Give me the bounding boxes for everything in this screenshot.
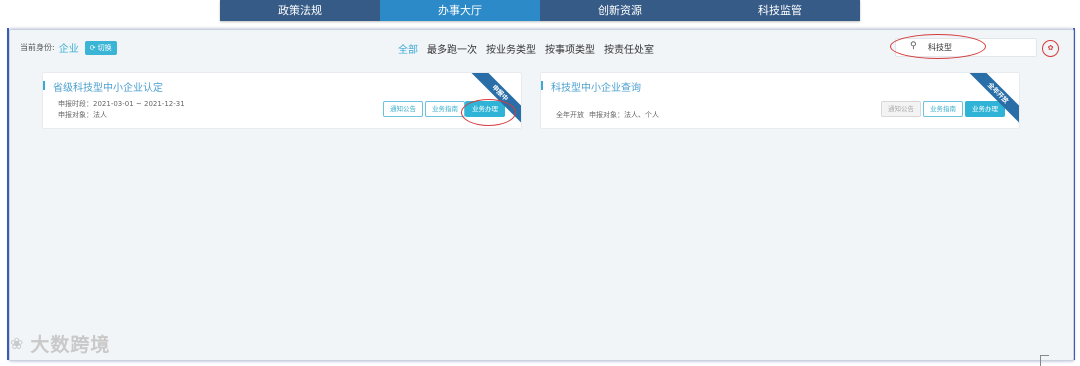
- status-ribbon: 全年开放: [964, 73, 1019, 127]
- filter-by-item-type[interactable]: 按事项类型: [545, 41, 595, 56]
- card-period: 申报时段：2021-03-01 ~ 2021-12-31: [58, 100, 185, 108]
- watermark: ❀ 大数跨境: [10, 330, 110, 357]
- guide-button[interactable]: 业务指南: [923, 101, 963, 117]
- guide-button[interactable]: 业务指南: [425, 101, 465, 117]
- notice-button[interactable]: 通知公告: [383, 101, 423, 117]
- switch-label: 切换: [97, 43, 112, 52]
- card-title[interactable]: 科技型中小企业查询: [551, 79, 641, 94]
- card-accent-bar: [43, 81, 45, 90]
- identity-value: 企业: [58, 44, 79, 55]
- identity-label: 当前身份:: [20, 43, 55, 52]
- card-period: 全年开放: [556, 111, 584, 119]
- card-accent-bar: [541, 81, 543, 90]
- card-title[interactable]: 省级科技型中小企业认定: [53, 79, 163, 94]
- filter-by-department[interactable]: 按责任处室: [604, 41, 654, 56]
- service-card[interactable]: 科技型中小企业查询 全年开放 申报对象：法人、个人 通知公告 业务指南 业务办理…: [540, 72, 1020, 129]
- refresh-icon: ⟳: [89, 43, 96, 52]
- annotation-circle-search: [890, 34, 986, 59]
- watermark-text: 大数跨境: [30, 334, 111, 356]
- card-target: 申报对象：法人、个人: [589, 111, 659, 119]
- annotation-circle-handle: [461, 99, 516, 126]
- tab-service-hall[interactable]: 办事大厅: [380, 0, 540, 21]
- filter-run-once[interactable]: 最多跑一次: [427, 41, 477, 56]
- switch-identity-button[interactable]: ⟳ 切换: [84, 40, 117, 55]
- seal-logo-icon: ✿: [1042, 40, 1059, 57]
- filter-by-business-type[interactable]: 按业务类型: [486, 41, 536, 56]
- filter-tabs: 全部 最多跑一次 按业务类型 按事项类型 按责任处室: [398, 41, 654, 56]
- notice-button[interactable]: 通知公告: [881, 101, 921, 117]
- card-target: 申报对象：法人: [58, 111, 107, 119]
- tab-tech-supervision[interactable]: 科技监管: [700, 0, 860, 21]
- identity-bar: 当前身份: 企业 ⟳ 切换: [20, 40, 117, 55]
- tab-innovation-resources[interactable]: 创新资源: [540, 0, 700, 21]
- tab-policy[interactable]: 政策法规: [220, 0, 380, 21]
- service-card[interactable]: 省级科技型中小企业认定 申报时段：2021-03-01 ~ 2021-12-31…: [42, 72, 522, 129]
- watermark-logo-icon: ❀: [10, 334, 25, 353]
- corner-mark: [1040, 355, 1049, 366]
- top-nav: 政策法规 办事大厅 创新资源 科技监管: [220, 0, 860, 21]
- filter-all[interactable]: 全部: [398, 41, 418, 56]
